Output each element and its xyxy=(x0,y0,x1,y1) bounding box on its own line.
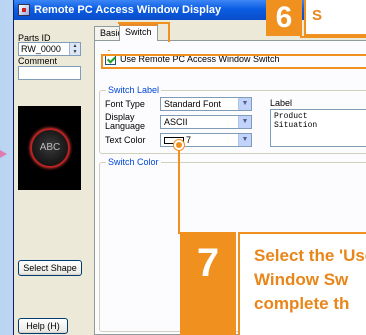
step-6-badge: 6 xyxy=(266,0,302,36)
label-caption: Label xyxy=(270,98,293,108)
chevron-down-icon[interactable]: ▼ xyxy=(238,98,251,110)
step-7-callout: Select the 'Use Remote PC Access Window … xyxy=(238,232,366,335)
parts-id-value: RW_0000 xyxy=(21,44,61,54)
comment-field[interactable] xyxy=(18,66,81,80)
switch-label-group-title: Switch Label xyxy=(106,85,162,95)
select-shape-button[interactable]: Select Shape xyxy=(18,260,82,276)
tab-switch[interactable]: Switch xyxy=(119,24,158,41)
text-color-value: 7 xyxy=(186,135,192,145)
parts-panel: Parts ID RW_0000 ▲ ▼ Comment ABC Select S… xyxy=(14,20,89,335)
text-color-label: Text Color xyxy=(105,135,146,145)
label-textarea[interactable]: Product Situation xyxy=(270,109,366,147)
step-7-line-2: Window Sw xyxy=(254,270,349,289)
spinner-arrows-icon[interactable]: ▲ ▼ xyxy=(69,43,80,55)
pointer-arrow-icon xyxy=(0,150,7,158)
parts-id-stepper[interactable]: RW_0000 ▲ ▼ xyxy=(18,42,81,56)
callout-underline-6 xyxy=(300,36,366,38)
chevron-down-icon[interactable]: ▼ xyxy=(238,116,251,128)
step-7-badge: 7 xyxy=(180,232,236,335)
font-type-select[interactable]: Standard Font ▼ xyxy=(160,97,252,111)
font-type-value: Standard Font xyxy=(164,99,222,109)
preview-text: ABC xyxy=(39,142,61,153)
comment-label: Comment xyxy=(18,56,58,66)
switch-shape-icon: ABC xyxy=(30,128,70,168)
display-language-select[interactable]: ASCII ▼ xyxy=(160,115,252,129)
callout-line-6-vertical xyxy=(168,22,170,42)
highlight-left xyxy=(101,54,103,68)
spacer xyxy=(108,50,110,51)
step-7-line-1: Select the 'Use Remote PC Access xyxy=(254,246,366,265)
step-6-callout: S xyxy=(304,0,366,36)
highlight-bottom xyxy=(101,67,366,69)
highlight-top xyxy=(101,54,366,56)
callout-line-7 xyxy=(178,144,180,234)
switch-color-group-title: Switch Color xyxy=(106,157,161,167)
font-type-label: Font Type xyxy=(105,99,145,109)
chevron-down-icon[interactable]: ▼ xyxy=(238,134,251,146)
app-icon xyxy=(18,4,30,16)
shape-preview: ABC xyxy=(18,106,81,190)
step-7-line-3: complete th xyxy=(254,294,350,313)
window-title: Remote PC Access Window Display xyxy=(34,4,222,16)
help-button[interactable]: Help (H) xyxy=(18,318,68,334)
display-language-value: ASCII xyxy=(164,117,188,127)
display-language-label: Display Language xyxy=(105,112,146,131)
callout-dot-icon xyxy=(174,140,184,150)
